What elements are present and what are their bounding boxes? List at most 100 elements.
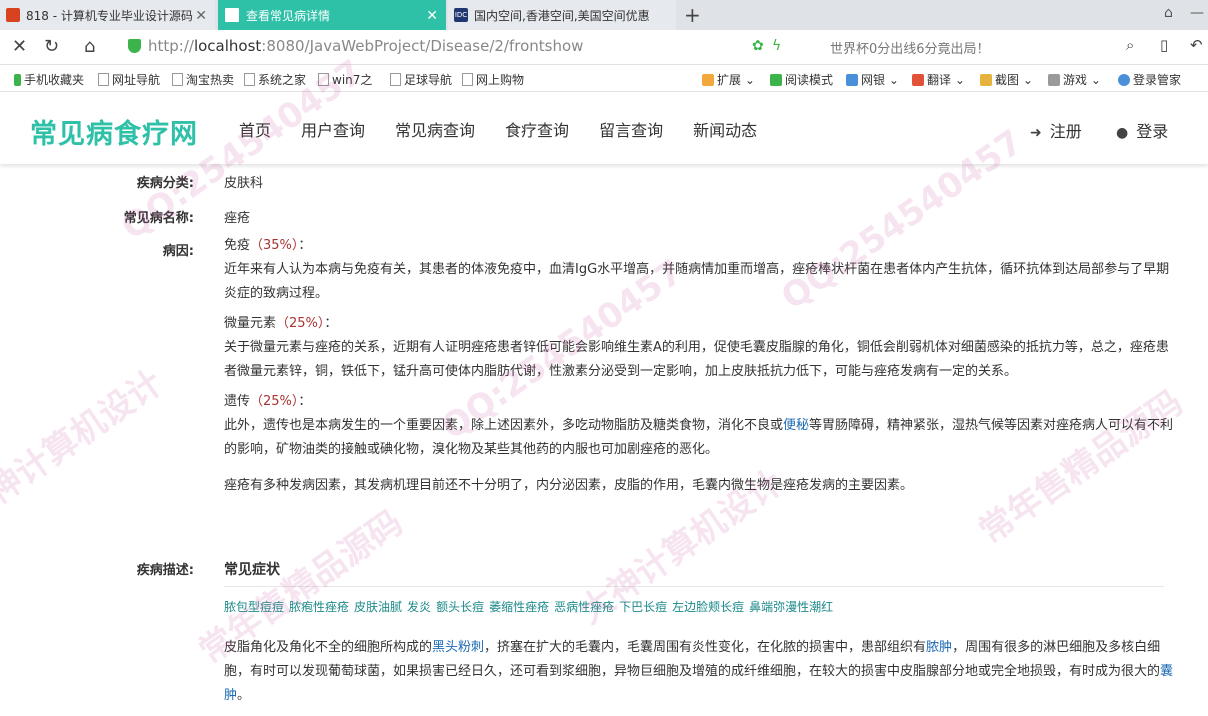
login-manager-button[interactable]: 登录管家 — [1118, 71, 1181, 88]
gamepad-icon — [1048, 74, 1060, 86]
main-nav: 首页 用户查询 常见病查询 食疗查询 留言查询 新闻动态 — [239, 117, 787, 141]
bookmark-item[interactable]: 足球导航 — [390, 71, 452, 88]
address-bar: ✕ ↻ ⌂ http://localhost:8080/JavaWebProje… — [0, 30, 1208, 65]
bookmark-item[interactable]: 网址导航 — [98, 71, 160, 88]
bookmarks-bar: 手机收藏夹 网址导航 淘宝热卖 系统之家 win7之 足球导航 网上购物 扩展 … — [0, 65, 1208, 92]
login-link[interactable]: ● 登录 — [1116, 118, 1168, 142]
url-field[interactable]: http://localhost:8080/JavaWebProject/Dis… — [148, 37, 583, 55]
nav-disease-query[interactable]: 常见病查询 — [395, 117, 475, 141]
translate-button[interactable]: 翻译 ⌄ — [912, 71, 965, 88]
nav-diet-query[interactable]: 食疗查询 — [505, 117, 569, 141]
nav-home[interactable]: 首页 — [239, 117, 271, 141]
page-icon — [98, 73, 109, 86]
site-header: 常见病食疗网 首页 用户查询 常见病查询 食疗查询 留言查询 新闻动态 ➜ 注册 … — [0, 92, 1208, 164]
register-link[interactable]: ➜ 注册 — [1030, 118, 1082, 142]
symptom-tag[interactable]: 下巴长痘 — [619, 600, 667, 614]
cause-block-heredity: 遗传（25%）： 此外，遗传也是本病发生的一个重要因素，除上述因素外，多吃动物脂… — [224, 390, 1174, 462]
disease-name-value: 痤疮 — [224, 211, 251, 226]
screenshot-button[interactable]: 截图 ⌄ — [980, 71, 1033, 88]
symptom-title: 常见症状 — [224, 562, 280, 578]
skin-icon[interactable]: ⌂ — [1164, 5, 1173, 21]
extensions-button[interactable]: 扩展 ⌄ — [702, 71, 755, 88]
key-icon — [1118, 74, 1130, 86]
nav-news[interactable]: 新闻动态 — [693, 117, 757, 141]
browser-tab-1[interactable]: 818 - 计算机专业毕业设计源码 ✕ — [0, 0, 215, 30]
phone-icon[interactable]: ▯ — [1160, 36, 1168, 54]
cause-block-immunity: 免疫（35%）： 近年来有人认为本病与免疫有关，其患者的体液免疫中，血清IgG水… — [224, 234, 1174, 306]
tab-title: 国内空间,香港空间,美国空间优惠 — [474, 8, 650, 23]
bookmark-label: 手机收藏夹 — [24, 73, 85, 87]
search-icon[interactable]: ⌕ — [1126, 36, 1134, 54]
security-shield-icon — [128, 39, 141, 53]
bookmark-label: 系统之家 — [258, 73, 307, 87]
sign-in-icon: ➜ — [1030, 125, 1042, 141]
cause-heading: 遗传（25%）： — [224, 394, 312, 409]
bookmark-label: 淘宝热卖 — [186, 73, 235, 87]
bookmark-item[interactable]: win7之 — [318, 71, 372, 88]
bookmark-label: 网址导航 — [112, 73, 161, 87]
blackhead-link[interactable]: 黑头粉刺 — [432, 640, 484, 655]
scissors-icon — [980, 74, 992, 86]
symptom-tag[interactable]: 皮肤油腻 — [354, 600, 402, 614]
close-tab-icon[interactable]: ✕ — [426, 8, 438, 24]
tab-title: 818 - 计算机专业毕业设计源码 — [26, 8, 193, 23]
undo-icon[interactable]: ↶ — [1190, 36, 1203, 54]
reload-icon[interactable]: ↻ — [44, 36, 59, 57]
translate-icon — [912, 74, 924, 86]
cause-text: 此外，遗传也是本病发生的一个重要因素，除上述因素外，多吃动物脂肪及糖类食物，消化… — [224, 418, 1174, 457]
symptom-tag-list: 脓包型痘痘 脓疱性痤疮 皮肤油腻 发炎 额头长痘 萎缩性痤疮 恶病性痤疮 下巴长痘 左边脸颊长痘… — [224, 598, 838, 615]
browser-tab-2-active[interactable]: 查看常见病详情 ✕ — [218, 0, 446, 30]
bookmark-label: 足球导航 — [404, 73, 453, 87]
minimize-icon[interactable]: — — [1190, 5, 1204, 21]
toolbar-label: 登录管家 — [1133, 73, 1182, 87]
extension-icon — [702, 74, 714, 86]
category-label: 疾病分类: — [136, 176, 194, 191]
symptom-tag[interactable]: 左边脸颊长痘 — [672, 600, 744, 614]
speed-icon[interactable]: ✿ — [752, 38, 764, 54]
bookmark-item[interactable]: 网上购物 — [462, 71, 524, 88]
nav-message-query[interactable]: 留言查询 — [599, 117, 663, 141]
page-icon — [462, 73, 473, 86]
constipation-link[interactable]: 便秘 — [783, 418, 809, 433]
description-label: 疾病描述: — [136, 563, 194, 578]
page-icon — [318, 73, 329, 86]
toolbar-label: 扩展 — [717, 73, 742, 87]
cause-text: 关于微量元素与痤疮的关系，近期有人证明痤疮患者锌低可能会影响维生素A的利用，促使… — [224, 340, 1169, 379]
disease-name-label: 常见病名称: — [123, 211, 194, 226]
disease-description: 皮脂角化及角化不全的细胞所构成的黑头粉刺，挤塞在扩大的毛囊内，毛囊周围有炎性变化… — [224, 640, 1174, 703]
online-bank-button[interactable]: 网银 ⌄ — [846, 71, 899, 88]
bookmark-item[interactable]: 系统之家 — [244, 71, 306, 88]
cause-label: 病因: — [162, 244, 194, 259]
login-label: 登录 — [1136, 122, 1169, 141]
symptom-tag[interactable]: 萎缩性痤疮 — [489, 600, 549, 614]
page-icon — [244, 73, 255, 86]
close-tab-icon[interactable]: ✕ — [195, 8, 207, 24]
symptom-tag[interactable]: 发炎 — [407, 600, 431, 614]
reading-mode-button[interactable]: 阅读模式 — [770, 71, 833, 88]
back-icon[interactable]: ✕ — [12, 36, 27, 57]
symptom-tag[interactable]: 恶病性痤疮 — [554, 600, 614, 614]
symptom-tag[interactable]: 鼻端弥漫性潮红 — [749, 600, 833, 614]
site-logo[interactable]: 常见病食疗网 — [30, 112, 198, 151]
bookmark-item[interactable]: 淘宝热卖 — [172, 71, 234, 88]
games-button[interactable]: 游戏 ⌄ — [1048, 71, 1101, 88]
news-ticker[interactable]: 世界杯0分出线6分竟出局！ — [830, 38, 990, 57]
symptom-tag[interactable]: 额头长痘 — [436, 600, 484, 614]
bank-icon — [846, 74, 858, 86]
cause-text: 近年来有人认为本病与免疫有关，其患者的体液免疫中，血清IgG水平增高，并随病情加… — [224, 262, 1170, 301]
toolbar-label: 截图 — [995, 73, 1020, 87]
page-icon — [172, 73, 183, 86]
lightning-icon[interactable]: ϟ — [772, 38, 781, 54]
bookmark-item[interactable]: 手机收藏夹 — [14, 71, 84, 88]
home-icon[interactable]: ⌂ — [84, 36, 95, 57]
category-value: 皮肤科 — [224, 176, 264, 191]
symptom-tag[interactable]: 脓包型痘痘 — [224, 600, 284, 614]
toolbar-label: 阅读模式 — [785, 73, 834, 87]
new-tab-icon[interactable]: + — [684, 3, 701, 27]
browser-tab-3[interactable]: IDC 国内空间,香港空间,美国空间优惠 — [448, 0, 676, 30]
bookmark-label: 网上购物 — [476, 73, 525, 87]
browser-tab-bar: 818 - 计算机专业毕业设计源码 ✕ 查看常见病详情 ✕ IDC 国内空间,香… — [0, 0, 1208, 30]
abscess-link[interactable]: 脓肿 — [926, 640, 952, 655]
nav-user-query[interactable]: 用户查询 — [301, 117, 365, 141]
symptom-tag[interactable]: 脓疱性痤疮 — [289, 600, 349, 614]
